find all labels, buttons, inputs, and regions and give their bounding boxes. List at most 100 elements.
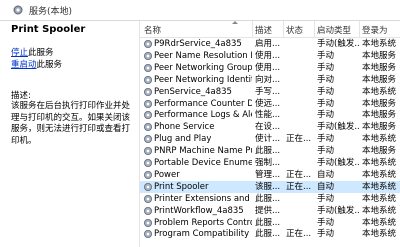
service-description-cell: 该服... [255,181,281,192]
service-startup-cell: 手动 [317,50,335,61]
service-name-cell: Printer Extensions and N... [154,193,252,204]
gear-icon [144,75,152,84]
gear-icon [144,230,152,239]
service-startup-cell: 手动 [317,193,335,204]
service-logon-cell: 本地系统 [362,158,397,168]
restart-service-line: 重启动此服务 [11,58,62,70]
service-logon-cell: 本地服务 [362,62,397,73]
service-status-cell [286,121,314,133]
service-description-cell: 使用... [255,62,281,73]
service-logon-cell: 本地系统 [362,86,397,97]
service-description-cell: 提供... [255,205,281,216]
gear-icon [144,51,152,60]
service-description-cell: 管理... [255,169,281,180]
service-name-cell: P9RdrService_4a835 [154,39,242,49]
table-row[interactable]: Peer Networking Identity...向对... 手动 本地服务 [140,74,400,86]
service-startup-cell: 手动(触发... [317,39,359,49]
gear-icon [144,63,152,72]
table-row[interactable]: P9RdrService_4a835 启用... 手动(触发... 本地系统 [140,38,400,50]
service-logon-cell: 本地服务 [362,146,397,157]
service-status-cell [286,62,314,74]
service-status-cell [286,50,314,62]
table-row[interactable]: Problem Reports Control ...此服... 手动 本地系统 [140,217,400,229]
table-row[interactable]: Printer Extensions and N...此服... 手动 本地系统 [140,193,400,205]
service-logon-cell: 本地服务 [362,122,397,133]
service-status-cell [286,98,314,110]
table-row[interactable]: Print Spooler 该服... 正在... 自动 本地系统 [140,180,400,193]
service-name-cell: Plug and Play [154,134,212,145]
service-status-cell [286,109,314,121]
service-description-cell: 此服... [255,193,281,204]
restart-service-link[interactable]: 重启动 [11,60,37,70]
service-description-cell: 此服... [255,217,281,228]
table-row[interactable]: Performance Logs & Aler...性能... 手动 本地服务 [140,109,400,121]
service-name-cell: Program Compatibility A... [154,229,252,240]
table-row[interactable]: Peer Name Resolution Pr...使用... 手动 本地服务 [140,50,400,62]
column-header-name[interactable]: 名称 [144,24,161,36]
service-logon-cell: 本地系统 [362,205,397,216]
service-status-cell: 正在... [286,181,312,192]
description-label: 描述: [11,91,31,101]
table-row[interactable]: Peer Networking Groupi...使用... 手动 本地服务 [140,62,400,74]
gear-icon [144,194,152,203]
service-status-cell [286,38,314,50]
column-header-description[interactable]: 描述 [255,24,272,36]
column-header-logon-as[interactable]: 登录为 [362,24,388,36]
window-title: 服务(本地) [29,6,73,17]
service-name-cell: Peer Networking Identity... [154,74,252,85]
table-row[interactable]: PrintWorkflow_4a835 提供... 手动(触发... 本地系统 [140,205,400,217]
service-status-cell [286,74,314,86]
column-header-status[interactable]: 状态 [286,24,303,36]
table-row[interactable]: PNRP Machine Name Pu...此服... 手动 本地服务 [140,145,400,157]
service-logon-cell: 本地系统 [362,169,397,180]
service-status-cell: 正在... [286,134,312,145]
service-logon-cell: 本地系统 [362,229,397,240]
service-status-cell [286,205,314,217]
service-name-cell: Power [154,169,180,180]
table-row[interactable]: Plug and Play 使计... 正在... 手动 本地系统 [140,133,400,145]
gear-icon [144,40,152,48]
service-startup-cell: 手动 [317,134,335,145]
service-name-cell: Peer Networking Groupi... [154,62,252,73]
table-row[interactable]: PenService_4a835 手写... 手动 本地系统 [140,86,400,98]
service-status-cell: 正在... [286,229,312,240]
service-startup-cell: 手动 [317,86,335,97]
service-name-cell: Print Spooler [154,181,209,192]
table-row[interactable]: Performance Counter DL...使远... 手动 本地服务 [140,98,400,110]
table-row[interactable]: Portable Device Enumera...强制... 手动(触发...本… [140,157,400,169]
service-detail-pane: Print Spooler 停止此服务 重启动此服务 描述: 该服务在后台执行打… [0,21,140,247]
table-row[interactable]: Program Compatibility A...此服... 正在... 手动 本地… [140,228,400,240]
service-logon-cell: 本地服务 [362,50,397,61]
service-status-cell: 正在... [286,169,312,180]
service-name-cell: Problem Reports Control ... [154,217,252,228]
service-status-cell [286,145,314,157]
service-startup-cell: 手动 [317,62,335,73]
stop-service-line: 停止此服务 [11,46,54,58]
gear-icon [144,87,152,96]
service-startup-cell: 手动(触发... [317,205,359,216]
column-header-row: 名称 描述 状态 启动类型 登录为 [140,21,400,38]
service-name-cell: Portable Device Enumera... [154,158,252,168]
service-name-cell: Phone Service [154,122,215,133]
service-status-cell [286,157,314,169]
gear-icon [144,170,152,179]
service-startup-cell: 手动 [317,146,335,157]
table-row[interactable]: Phone Service 在设... 手动(触发... 本地服务 [140,121,400,133]
service-description-cell: 在设... [255,122,281,133]
service-logon-cell: 本地系统 [362,39,397,49]
stop-service-link[interactable]: 停止 [11,48,28,58]
service-logon-cell: 本地系统 [362,193,397,204]
service-description-cell: 此服... [255,229,281,240]
table-row[interactable]: Power 管理... 正在... 自动 本地系统 [140,169,400,181]
service-name-cell: Performance Counter DL... [154,98,252,109]
service-startup-cell: 自动 [317,169,335,180]
service-startup-cell: 自动 [317,181,335,192]
service-startup-cell: 手动(触发... [317,158,359,168]
service-status-cell [286,193,314,205]
service-description-cell: 使计... [255,134,281,145]
service-logon-cell: 本地服务 [362,74,397,85]
column-header-startup-type[interactable]: 启动类型 [317,24,351,36]
services-gear-icon [13,5,23,15]
gear-icon [144,111,152,120]
service-startup-cell: 手动(触发... [317,122,359,133]
